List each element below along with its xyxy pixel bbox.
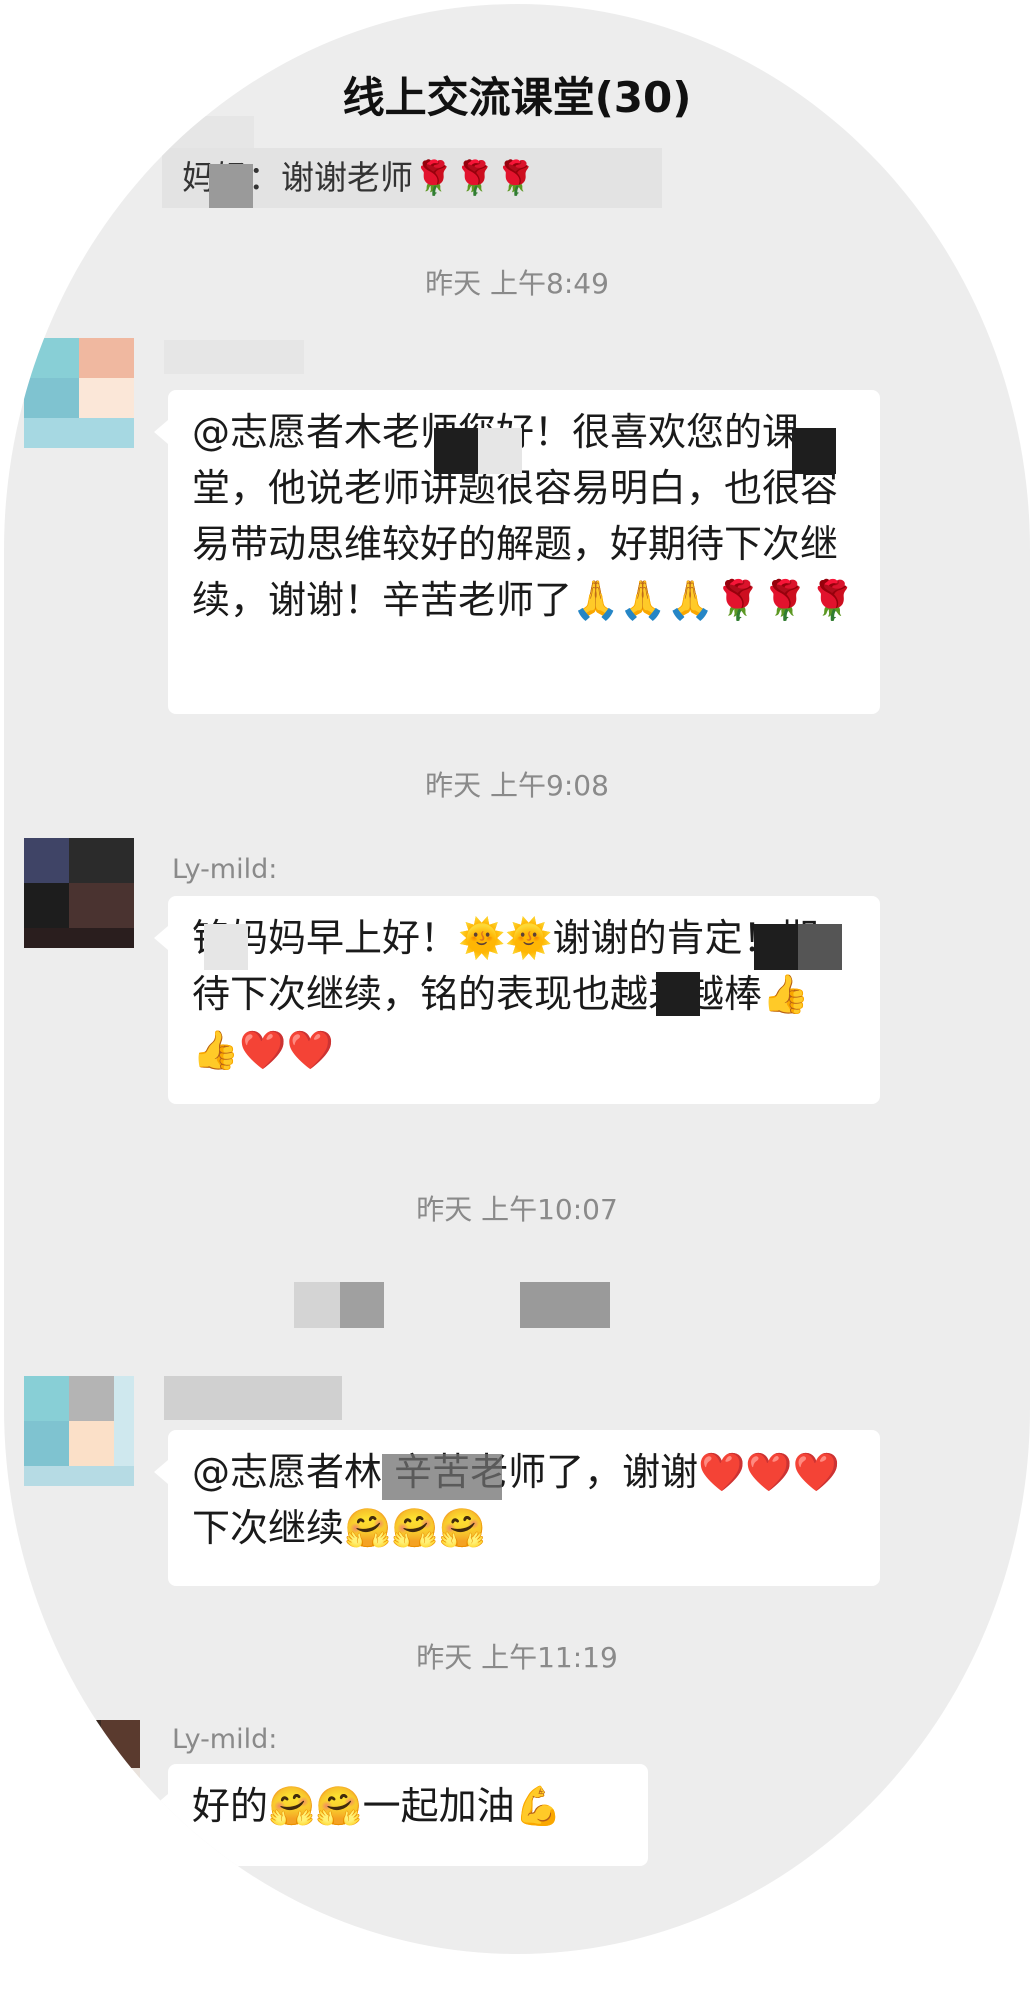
avatar[interactable] xyxy=(24,838,134,948)
avatar[interactable] xyxy=(24,1376,134,1486)
redaction-blur xyxy=(382,1454,502,1500)
redaction-mosaic xyxy=(340,1282,384,1328)
redaction-mosaic xyxy=(754,924,798,970)
timestamp: 昨天 上午10:07 xyxy=(416,1193,618,1226)
redaction-mosaic xyxy=(209,164,253,208)
redaction-mosaic xyxy=(798,924,842,970)
chat-background: 线上交流课堂(30) 妈妈：谢谢老师🌹🌹🌹 昨天 上午8:49 @志愿者木老师您… xyxy=(4,4,1030,1954)
timestamp: 昨天 上午11:19 xyxy=(416,1641,618,1674)
redaction-mosaic xyxy=(434,428,478,474)
message-text: 好的🤗🤗一起加油💪 xyxy=(192,1784,562,1828)
sender-name-redacted xyxy=(164,340,304,374)
chat-title: 线上交流课堂(30) xyxy=(342,73,692,122)
message-bubble[interactable]: @志愿者林 辛苦老师了，谢谢❤️❤️❤️下次继续🤗🤗🤗 xyxy=(154,1430,880,1586)
sender-name: Ly-mild: xyxy=(172,854,278,885)
avatar[interactable] xyxy=(62,1720,140,1816)
message-text: @志愿者木老师您好！很喜欢您的课堂，他说老师讲题很容易明白，也很容易带动思维较好… xyxy=(192,410,856,622)
redaction-mosaic xyxy=(204,924,248,970)
redaction-mosaic xyxy=(792,428,836,474)
redaction-mosaic xyxy=(656,972,700,1016)
sender-name: Ly-mild: xyxy=(172,1724,278,1755)
message-text: 铭妈妈早上好！🌞🌞谢谢的肯定！期待下次继续，铭的表现也越来越棒👍👍❤️❤️ xyxy=(192,916,819,1072)
redaction-blur xyxy=(164,116,254,152)
message-bubble[interactable]: @志愿者木老师您好！很喜欢您的课堂，他说老师讲题很容易明白，也很容易带动思维较好… xyxy=(154,390,880,714)
redaction-mosaic xyxy=(478,428,522,474)
message-text: @志愿者林 辛苦老师了，谢谢❤️❤️❤️下次继续🤗🤗🤗 xyxy=(192,1450,841,1550)
timestamp: 昨天 上午9:08 xyxy=(425,769,609,802)
redaction-mosaic xyxy=(520,1282,610,1328)
timestamp: 昨天 上午8:49 xyxy=(425,267,609,300)
sender-name-redacted xyxy=(164,1376,342,1420)
message-bubble[interactable]: 好的🤗🤗一起加油💪 xyxy=(154,1764,648,1866)
avatar[interactable] xyxy=(24,338,134,448)
